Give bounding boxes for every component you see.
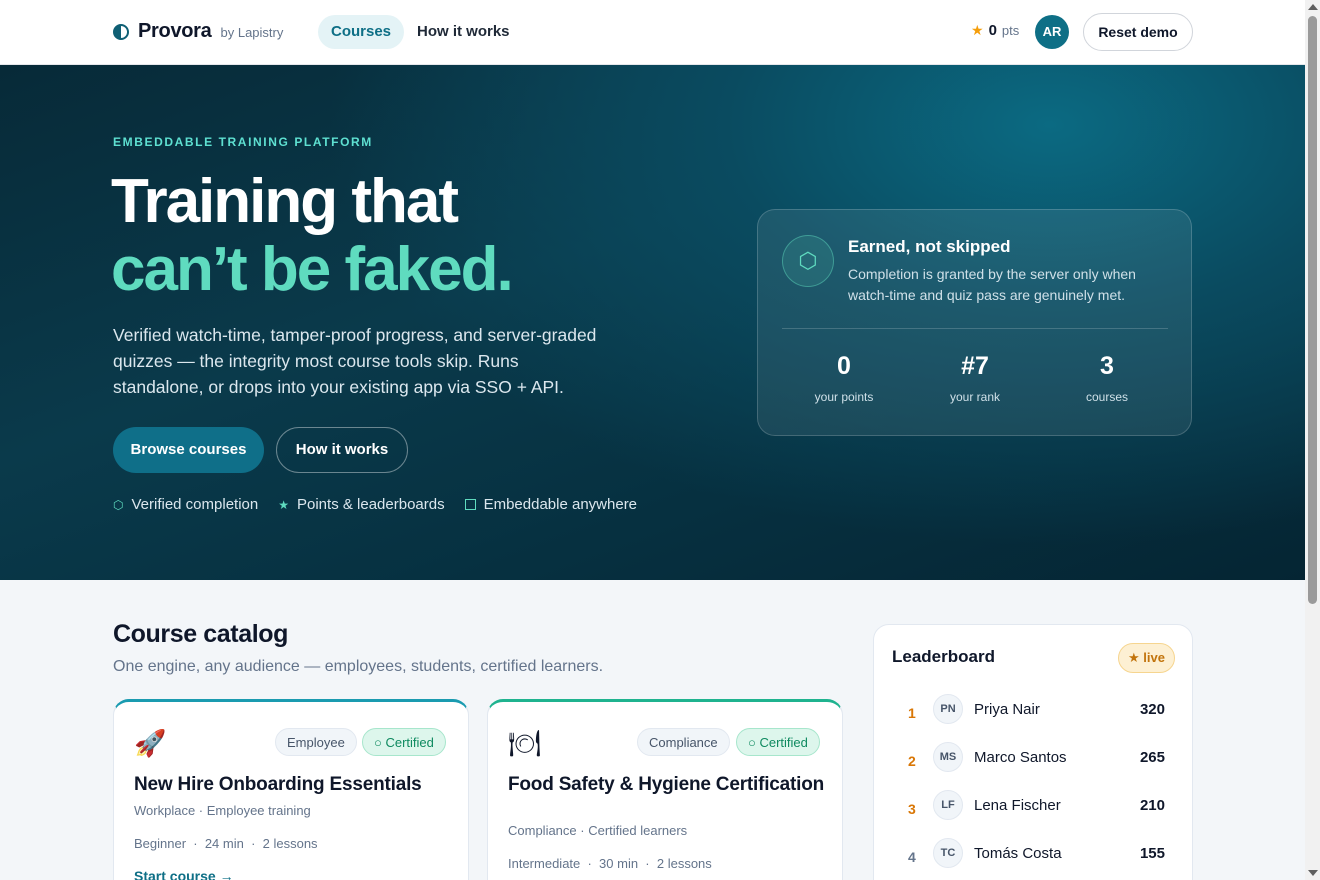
certified-tag: ○ Certified	[362, 728, 446, 756]
user-score: 155	[1139, 845, 1165, 862]
course-level: Beginner	[134, 836, 187, 851]
course-meta: Intermediate · 30 min · 2 lessons	[508, 856, 712, 871]
hero-description: Verified watch-time, tamper-proof progre…	[113, 325, 597, 397]
stat-label: your points	[814, 390, 874, 404]
leaderboard-panel: Leaderboard ★ live 1 PN Priya Nair 320 2 MS Ma…	[873, 624, 1193, 880]
top-nav: Provora by Lapistry Courses How it works…	[0, 0, 1305, 65]
half-circle-logo-icon	[113, 23, 129, 40]
plate-icon: 🍽	[508, 728, 542, 758]
user-score: 320	[1139, 701, 1165, 718]
course-duration: 24 min	[204, 836, 244, 851]
course-level: Intermediate	[508, 856, 581, 871]
audience-tag: Compliance	[637, 728, 730, 756]
course-title[interactable]: New Hire Onboarding Essentials	[134, 774, 454, 795]
leaderboard-row[interactable]: 1 PN Priya Nair 320	[874, 691, 1194, 739]
user-avatar[interactable]: AR	[1035, 15, 1069, 49]
feature-label: Verified completion	[131, 496, 259, 513]
points-value: 0	[988, 22, 997, 39]
scroll-down-arrow-icon[interactable]	[1308, 870, 1318, 876]
user-score: 265	[1139, 749, 1165, 766]
rank-number: 3	[908, 801, 916, 817]
live-badge: ★ live	[1118, 643, 1175, 673]
hexagon-icon: ⬡	[782, 235, 834, 287]
hero-section: EMBEDDABLE TRAINING PLATFORM Training th…	[0, 65, 1305, 580]
feature-embeddable: Embeddable anywhere	[464, 496, 638, 513]
user-avatar: PN	[933, 694, 963, 724]
hexagon-icon: ⬡	[113, 497, 124, 512]
brand-name: Provora	[138, 20, 212, 42]
user-name: Priya Nair	[974, 701, 1040, 718]
square-icon	[464, 499, 476, 510]
rocket-icon: 🚀	[134, 728, 167, 758]
divider	[782, 328, 1168, 329]
course-card-onboarding[interactable]: 🚀 Employee ○ Certified New Hire Onboardi…	[113, 699, 469, 880]
points-unit: pts	[1001, 23, 1020, 38]
card-text: Completion is granted by the server only…	[848, 266, 1136, 303]
user-avatar: LF	[933, 790, 963, 820]
course-card-food-safety[interactable]: 🍽 Compliance ○ Certified Food Safety & H…	[487, 699, 843, 880]
certified-label: Certified	[385, 735, 434, 750]
hero-eyebrow: EMBEDDABLE TRAINING PLATFORM	[113, 135, 373, 149]
certified-label: Certified	[759, 735, 808, 750]
page-scrollbar[interactable]	[1305, 0, 1320, 880]
feature-label: Embeddable anywhere	[483, 496, 638, 513]
hero-headline-line1: Training that	[111, 167, 459, 236]
course-lessons: 2 lessons	[656, 856, 712, 871]
reset-demo-button[interactable]: Reset demo	[1083, 13, 1193, 51]
start-course-link[interactable]: Start course →	[134, 868, 234, 880]
user-name: Lena Fischer	[974, 797, 1061, 814]
stat-label: your rank	[949, 390, 1001, 404]
integrity-stats-card: ⬡ Earned, not skipped Completion is gran…	[757, 209, 1192, 436]
course-lessons: 2 lessons	[262, 836, 318, 851]
nav-how-it-works[interactable]: How it works	[417, 15, 510, 49]
stat-value: #7	[961, 352, 989, 380]
catalog-subtitle: One engine, any audience — employees, st…	[113, 658, 604, 675]
scrollbar-thumb[interactable]	[1308, 16, 1317, 604]
stat-value: 3	[1100, 352, 1114, 380]
brand-byline: by Lapistry	[220, 25, 284, 40]
leaderboard-row[interactable]: 4 TC Tomás Costa 155	[874, 835, 1194, 880]
scroll-up-arrow-icon[interactable]	[1308, 4, 1318, 10]
rank-number: 4	[908, 849, 916, 865]
star-icon: ★	[278, 497, 289, 512]
nav-courses[interactable]: Courses	[318, 15, 405, 49]
rank-number: 2	[908, 753, 916, 769]
how-it-works-button[interactable]: How it works	[276, 427, 408, 473]
rank-number: 1	[908, 705, 916, 721]
course-duration: 30 min	[599, 856, 639, 871]
stat-value: 0	[837, 352, 851, 380]
brand-logo[interactable]: Provora by Lapistry	[113, 20, 283, 43]
browse-courses-button[interactable]: Browse courses	[113, 427, 264, 473]
star-icon: ★	[971, 22, 984, 38]
certified-tag: ○ Certified	[736, 728, 820, 756]
hero-features: ⬡ Verified completion ★ Points & leaderb…	[113, 496, 637, 513]
course-category: Workplace · Employee training	[134, 803, 311, 818]
feature-points: ★ Points & leaderboards	[278, 496, 444, 513]
user-name: Marco Santos	[974, 749, 1067, 766]
user-avatar: TC	[933, 838, 963, 868]
leaderboard-title: Leaderboard	[892, 647, 995, 666]
card-title: Earned, not skipped	[848, 237, 1011, 256]
course-title[interactable]: Food Safety & Hygiene Certification	[508, 774, 828, 795]
feature-label: Points & leaderboards	[297, 496, 445, 513]
user-avatar: MS	[933, 742, 963, 772]
feature-verified: ⬡ Verified completion	[113, 496, 258, 513]
course-category: Compliance · Certified learners	[508, 823, 688, 838]
stat-points: 0 your points	[784, 350, 904, 404]
points-indicator: ★ 0 pts	[971, 22, 1019, 39]
catalog-title: Course catalog	[113, 620, 289, 648]
stat-label: courses	[1085, 390, 1129, 404]
leaderboard-row[interactable]: 3 LF Lena Fischer 210	[874, 787, 1194, 835]
user-name: Tomás Costa	[974, 845, 1062, 862]
user-score: 210	[1139, 797, 1165, 814]
stat-courses: 3 courses	[1047, 350, 1167, 404]
audience-tag: Employee	[275, 728, 357, 756]
leaderboard-row[interactable]: 2 MS Marco Santos 265	[874, 739, 1194, 787]
hero-headline-line2: can’t be faked.	[111, 235, 514, 304]
stat-rank: #7 your rank	[915, 350, 1035, 404]
course-meta: Beginner · 24 min · 2 lessons	[134, 836, 318, 851]
